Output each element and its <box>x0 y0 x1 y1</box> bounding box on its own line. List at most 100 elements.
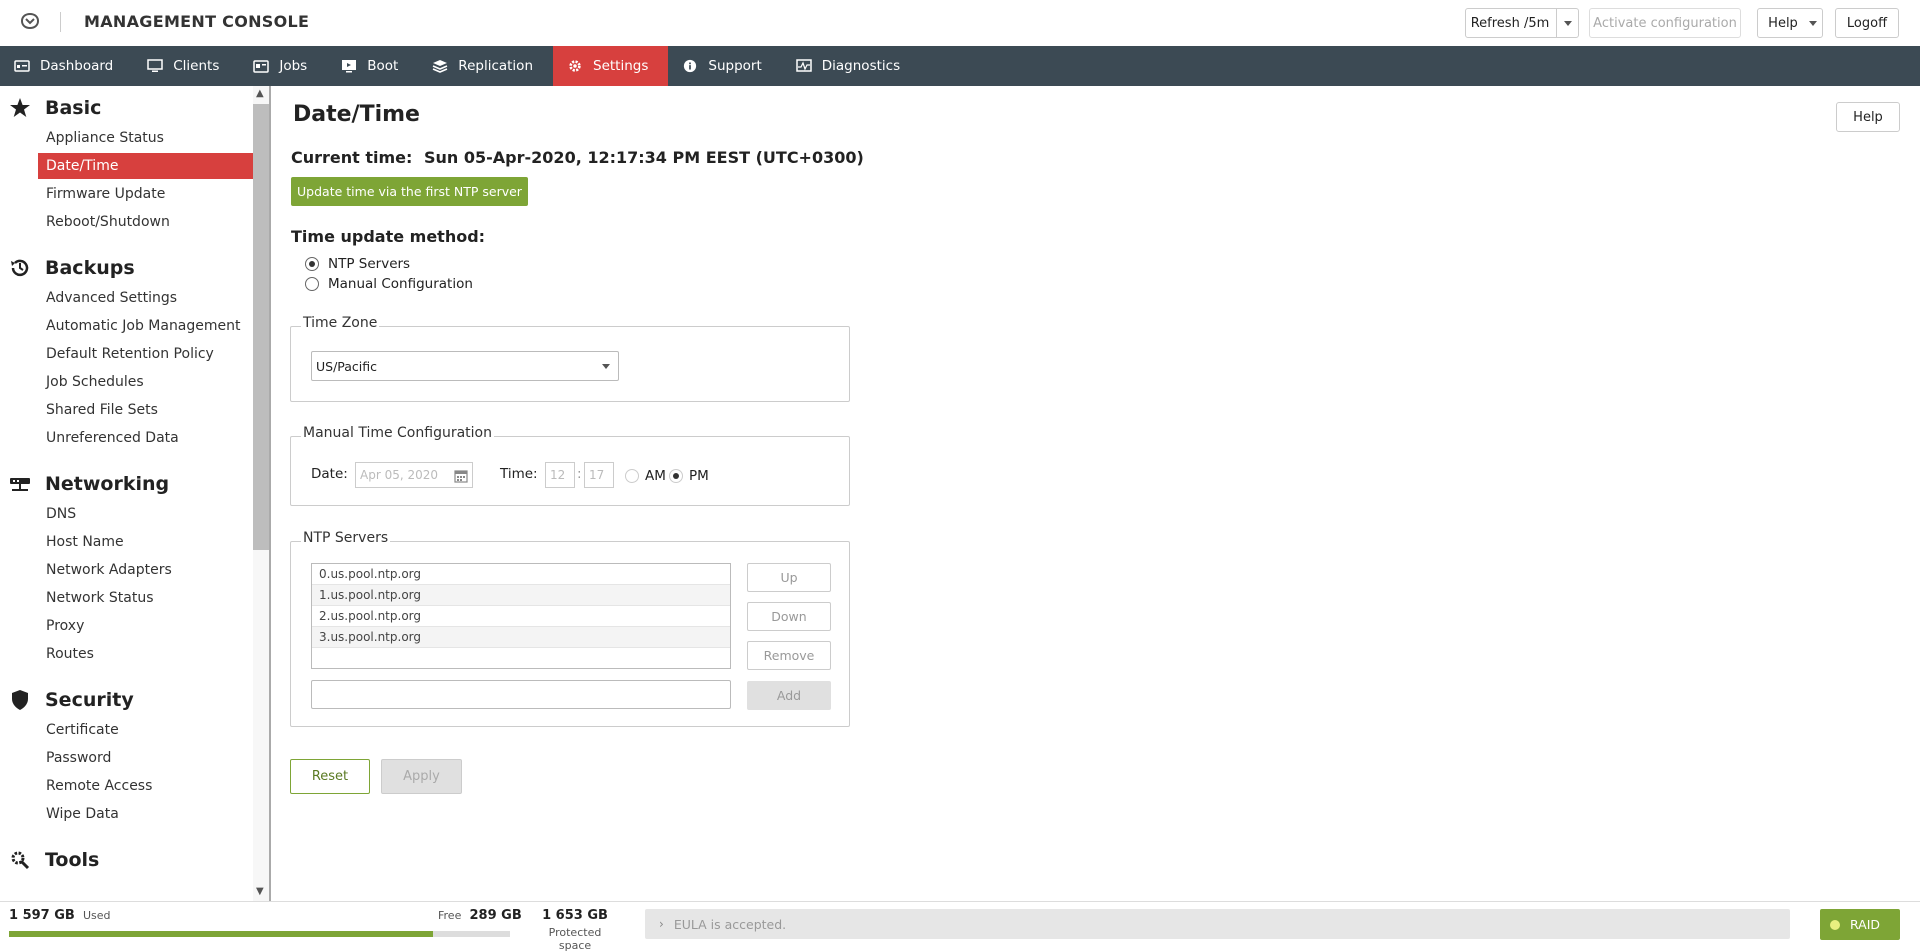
raid-label: RAID <box>1850 917 1881 932</box>
radio-unselected-icon[interactable] <box>625 469 639 483</box>
page-title: Date/Time <box>293 102 420 127</box>
sidebar-item-unreferenced-data[interactable]: Unreferenced Data <box>38 425 253 451</box>
add-button[interactable]: Add <box>747 681 831 710</box>
used-space: 1 597 GB Used <box>9 908 111 923</box>
radio-ntp-servers-label: NTP Servers <box>328 256 411 272</box>
radio-manual-configuration[interactable]: Manual Configuration <box>305 276 473 292</box>
apply-button[interactable]: Apply <box>381 759 462 794</box>
down-button[interactable]: Down <box>747 602 831 631</box>
free-label: Free <box>438 909 462 922</box>
radio-unselected-icon[interactable] <box>305 277 319 291</box>
radio-selected-icon[interactable] <box>305 257 319 271</box>
sidebar-item-dns[interactable]: DNS <box>38 501 253 527</box>
sidebar-item-proxy[interactable]: Proxy <box>38 613 253 639</box>
scroll-up-icon[interactable]: ▲ <box>256 88 264 99</box>
radio-ntp-servers[interactable]: NTP Servers <box>305 256 410 272</box>
tools-icon <box>11 851 30 870</box>
timezone-select[interactable]: US/Pacific <box>311 351 619 381</box>
chevron-down-icon[interactable] <box>1564 21 1572 26</box>
nav-dashboard[interactable]: Dashboard <box>0 46 133 86</box>
hour-input[interactable]: 12 <box>545 462 575 488</box>
sidebar-item-host-name[interactable]: Host Name <box>38 529 253 555</box>
radio-pm[interactable]: PM <box>669 468 709 484</box>
nav-replication[interactable]: Replication <box>418 46 553 86</box>
nav-diagnostics[interactable]: Diagnostics <box>782 46 920 86</box>
minute-input[interactable]: 17 <box>584 462 614 488</box>
sidebar-item-network-adapters[interactable]: Network Adapters <box>38 557 253 583</box>
sidebar-item-wipe-data[interactable]: Wipe Data <box>38 801 253 827</box>
current-time-value: Sun 05-Apr-2020, 12:17:34 PM EEST (UTC+0… <box>424 148 864 167</box>
sidebar-item-default-retention-policy[interactable]: Default Retention Policy <box>38 341 253 367</box>
nav-support[interactable]: Support <box>668 46 781 86</box>
sidebar-group-label: Backups <box>45 257 135 279</box>
settings-sidebar: Basic Appliance Status Date/Time Firmwar… <box>0 86 254 901</box>
eula-status-bar[interactable]: › EULA is accepted. <box>645 909 1790 939</box>
sidebar-item-routes[interactable]: Routes <box>38 641 253 667</box>
network-icon <box>10 478 30 491</box>
help-menu-label: Help <box>1768 15 1798 31</box>
sidebar-group-backups: Backups <box>9 255 135 281</box>
nav-dashboard-label: Dashboard <box>40 58 114 74</box>
top-bar: MANAGEMENT CONSOLE Refresh /5m Activate … <box>0 0 1920 46</box>
sidebar-item-password[interactable]: Password <box>38 745 253 771</box>
date-value: Apr 05, 2020 <box>360 468 439 482</box>
sidebar-item-automatic-job-management[interactable]: Automatic Job Management <box>38 313 253 339</box>
scroll-down-icon[interactable]: ▼ <box>256 886 264 897</box>
sidebar-item-job-schedules[interactable]: Job Schedules <box>38 369 253 395</box>
timezone-value: US/Pacific <box>316 358 378 374</box>
list-item[interactable]: 1.us.pool.ntp.org <box>312 585 730 606</box>
manual-time-legend: Manual Time Configuration <box>301 425 494 441</box>
nav-jobs[interactable]: Jobs <box>239 46 327 86</box>
nav-boot[interactable]: Boot <box>327 46 418 86</box>
refresh-button[interactable]: Refresh /5m <box>1465 8 1579 38</box>
list-item[interactable]: 0.us.pool.ntp.org <box>312 564 730 585</box>
calendar-icon[interactable] <box>454 469 468 483</box>
nav-settings[interactable]: Settings <box>553 46 669 86</box>
help-button[interactable]: Help <box>1836 102 1900 132</box>
nav-replication-label: Replication <box>458 58 534 74</box>
nav-clients[interactable]: Clients <box>133 46 239 86</box>
reset-button[interactable]: Reset <box>290 759 370 794</box>
radio-am[interactable]: AM <box>625 468 666 484</box>
list-item[interactable]: 3.us.pool.ntp.org <box>312 627 730 648</box>
sidebar-item-shared-file-sets[interactable]: Shared File Sets <box>38 397 253 423</box>
sidebar-item-appliance-status[interactable]: Appliance Status <box>38 125 253 151</box>
sidebar-item-advanced-settings[interactable]: Advanced Settings <box>38 285 253 311</box>
sidebar-item-network-status[interactable]: Network Status <box>38 585 253 611</box>
protected-label: Protected space <box>548 926 602 952</box>
timezone-legend: Time Zone <box>301 315 380 331</box>
up-button[interactable]: Up <box>747 563 831 592</box>
eula-text: EULA is accepted. <box>673 916 787 932</box>
list-item[interactable]: 2.us.pool.ntp.org <box>312 606 730 627</box>
sidebar-item-reboot-shutdown[interactable]: Reboot/Shutdown <box>38 209 253 235</box>
logoff-button[interactable]: Logoff <box>1835 8 1899 38</box>
sidebar-item-date-time[interactable]: Date/Time <box>38 153 253 179</box>
scrollbar-thumb[interactable] <box>253 104 269 550</box>
time-label: Time: <box>500 466 538 482</box>
date-input[interactable]: Apr 05, 2020 <box>355 462 473 488</box>
boot-icon <box>342 60 357 73</box>
help-menu-button[interactable]: Help <box>1757 8 1823 38</box>
time-update-method-header: Time update method: <box>291 227 486 246</box>
nav-jobs-label: Jobs <box>279 58 308 74</box>
ntp-server-list[interactable]: 0.us.pool.ntp.org 1.us.pool.ntp.org 2.us… <box>311 563 731 669</box>
activate-configuration-button[interactable]: Activate configuration <box>1589 8 1741 38</box>
radio-manual-configuration-label: Manual Configuration <box>328 276 473 292</box>
title-separator <box>60 12 61 32</box>
remove-button[interactable]: Remove <box>747 641 831 670</box>
radio-selected-icon[interactable] <box>669 469 683 483</box>
gear-icon <box>569 60 581 72</box>
sidebar-item-remote-access[interactable]: Remote Access <box>38 773 253 799</box>
sidebar-scrollbar[interactable]: ▲ ▼ <box>253 86 271 901</box>
sidebar-item-certificate[interactable]: Certificate <box>38 717 253 743</box>
update-time-ntp-button[interactable]: Update time via the first NTP server <box>291 177 528 206</box>
dashboard-icon <box>14 60 30 72</box>
raid-status-button[interactable]: RAID <box>1820 909 1900 940</box>
ntp-server-input[interactable] <box>311 680 731 709</box>
sidebar-group-security: Security <box>9 687 134 713</box>
ntp-servers-fieldset: NTP Servers 0.us.pool.ntp.org 1.us.pool.… <box>290 530 850 727</box>
main-nav: Dashboard Clients Jobs Boot Replication … <box>0 46 1920 86</box>
free-space: Free 289 GB <box>438 908 522 923</box>
sidebar-item-firmware-update[interactable]: Firmware Update <box>38 181 253 207</box>
status-footer: 1 597 GB Used Free 289 GB 1 653 GB Prote… <box>0 901 1920 952</box>
